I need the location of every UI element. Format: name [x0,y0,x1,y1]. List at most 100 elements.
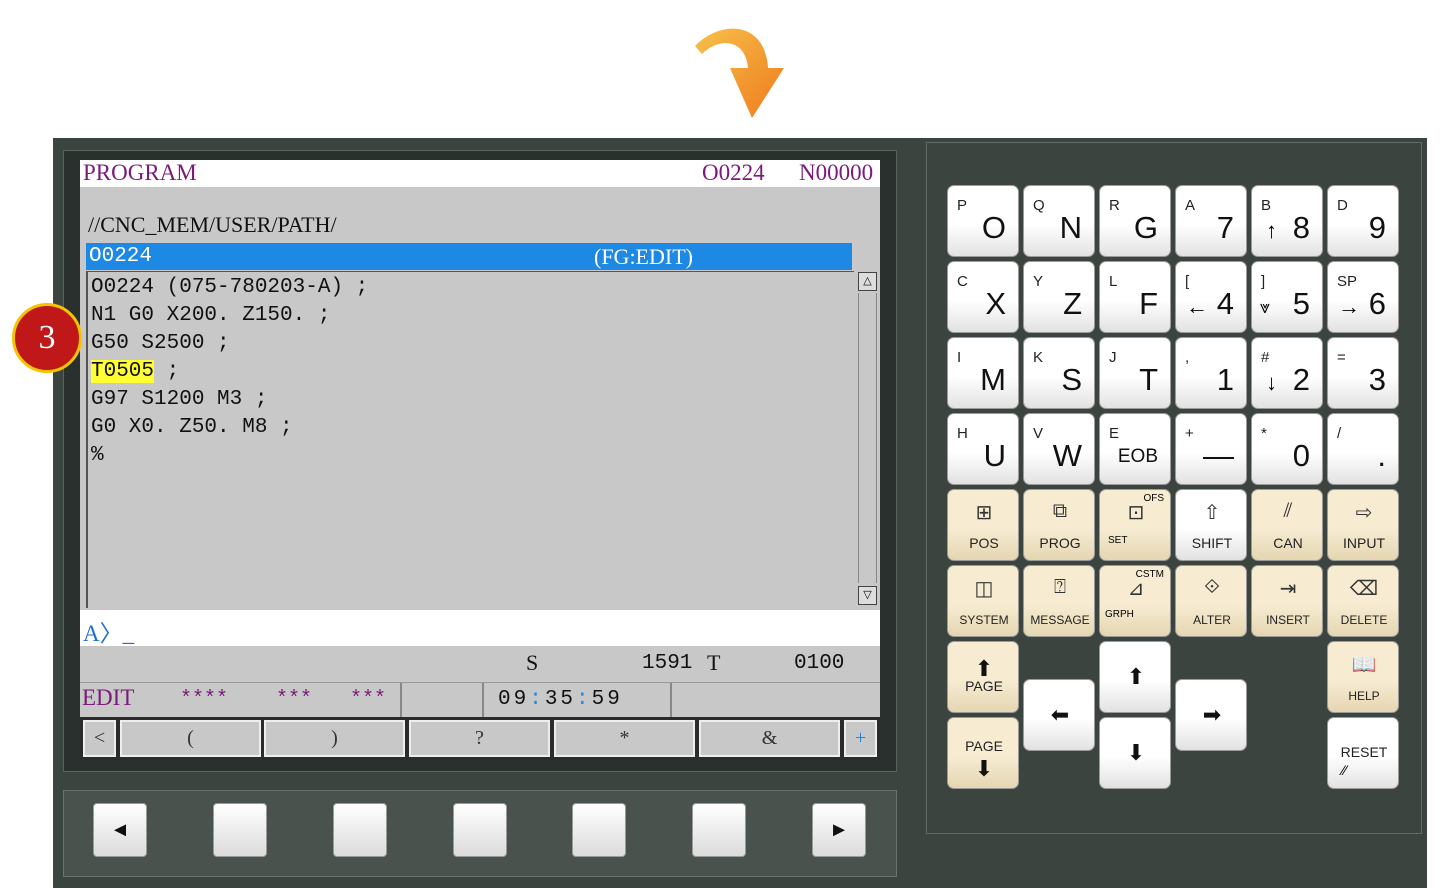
key-4[interactable]: [← 4 [1175,261,1247,333]
key-eob[interactable]: E EOB [1099,413,1171,485]
softkey-open-paren[interactable]: ( [120,720,261,757]
key-2[interactable]: # ↓ 2 [1251,337,1323,409]
reset-icon: ⁄⁄ [1342,762,1347,778]
prog-icon: ⧉ [1052,500,1068,522]
softkey-close-paren[interactable]: ) [264,720,405,757]
zigzag-icon: ⩔ [1260,297,1271,317]
soft-key-1[interactable] [213,803,267,857]
status-row: EDIT **** *** *** 09:35:59 [80,682,880,717]
status-field-1: **** [180,688,229,711]
selected-program-bar[interactable]: O0224 (FG:EDIT) [86,243,852,270]
key-input-line[interactable]: A〉_ [80,610,880,646]
cursor-right-button[interactable]: ➡ [1175,679,1247,751]
page-down-button[interactable]: PAGE ⬇ [947,717,1019,789]
arrow-down-icon: ↓ [1266,370,1277,395]
program-line[interactable]: O0224 (075-780203-A) ; [91,276,368,299]
status-divider [400,683,402,717]
key-dot[interactable]: /. [1327,413,1399,485]
program-line[interactable]: N1 G0 X200. Z150. ; [91,304,330,327]
spindle-tool-row: S 1591 T 0100 [80,647,880,681]
key-9[interactable]: D9 [1327,185,1399,257]
program-line[interactable]: % [91,444,104,467]
key-z[interactable]: YZ [1023,261,1095,333]
softkey-ampersand[interactable]: & [699,720,840,757]
softkey-question[interactable]: ? [409,720,550,757]
cancel-button[interactable]: ⫽ CAN [1251,489,1323,561]
key-1[interactable]: ,1 [1175,337,1247,409]
key-g[interactable]: RG [1099,185,1171,257]
message-icon: ⍰ [1054,576,1066,598]
step-badge: 3 [12,303,82,373]
key-7[interactable]: A7 [1175,185,1247,257]
pos-button[interactable]: ⊞ POS [947,489,1019,561]
shift-icon: ⇧ [1203,502,1221,524]
edit-mode-label: (FG:EDIT) [594,244,693,269]
soft-key-3[interactable] [453,803,507,857]
key-x[interactable]: CX [947,261,1019,333]
arrow-right-icon: ➡ [1202,702,1222,727]
program-number: O0224 [702,160,765,185]
key-minus[interactable]: + — [1175,413,1247,485]
offset-setting-button[interactable]: OFS ⊡ SET [1099,489,1171,561]
scroll-down-button[interactable]: ▽ [858,586,877,605]
soft-key-right-arrow[interactable]: ► [812,803,866,857]
key-m[interactable]: IM [947,337,1019,409]
cursor-left-button[interactable]: ⬅ [1023,679,1095,751]
program-line[interactable]: G97 S1200 M3 ; [91,388,267,411]
message-button[interactable]: ⍰ MESSAGE [1023,565,1095,637]
soft-key-2[interactable] [333,803,387,857]
key-o[interactable]: PO [947,185,1019,257]
status-divider [670,683,672,717]
cancel-icon: ⫽ [1283,500,1293,522]
cursor-highlight: T0505 [91,360,155,383]
key-t[interactable]: JT [1099,337,1171,409]
softkey-prev[interactable]: < [83,720,116,757]
alter-button[interactable]: ⟐ ALTER [1175,565,1247,637]
scroll-track[interactable] [858,293,877,583]
soft-key-4[interactable] [572,803,626,857]
page-up-button[interactable]: ⬆ PAGE [947,641,1019,713]
key-f[interactable]: LF [1099,261,1171,333]
system-button[interactable]: ◫ SYSTEM [947,565,1019,637]
input-button[interactable]: ⇨ INPUT [1327,489,1399,561]
key-w[interactable]: VW [1023,413,1095,485]
program-line[interactable]: G0 X0. Z50. M8 ; [91,416,293,439]
cursor-down-button[interactable]: ⬇ [1099,717,1171,789]
soft-key-left-arrow[interactable]: ◄ [93,803,147,857]
arrow-right-icon: → [1338,294,1360,319]
alter-icon: ⟐ [1204,576,1220,598]
program-line[interactable]: G50 S2500 ; [91,332,230,355]
sequence-number: N00000 [799,160,874,185]
key-8[interactable]: B ↑ 8 [1251,185,1323,257]
arrow-up-icon: ⬆ [1126,664,1146,689]
key-5[interactable]: ] ⩔ 5 [1251,261,1323,333]
cursor-up-button[interactable]: ⬆ [1099,641,1171,713]
insert-button[interactable]: ⇥ INSERT [1251,565,1323,637]
reset-button[interactable]: RESET ⁄⁄ [1327,717,1399,789]
soft-key-bar: ◄ ► [63,790,897,877]
key-s[interactable]: KS [1023,337,1095,409]
delete-button[interactable]: ⌫ DELETE [1327,565,1399,637]
graph-button[interactable]: CSTM ⊿ GRPH [1099,565,1171,637]
key-n[interactable]: QN [1023,185,1095,257]
soft-key-5[interactable] [692,803,746,857]
key-0[interactable]: * 0 [1251,413,1323,485]
status-divider [482,683,484,717]
editor-scrollbar[interactable]: △ ▽ [856,271,878,607]
softkey-next[interactable]: + [844,720,877,757]
program-editor[interactable]: O0224 (075-780203-A) ; N1 G0 X200. Z150.… [86,271,854,608]
arrow-down-icon: ⬇ [974,756,994,781]
shift-button[interactable]: ⇧ SHIFT [1175,489,1247,561]
key-6[interactable]: SP → 6 [1327,261,1399,333]
scroll-up-button[interactable]: △ [858,272,877,291]
key-u[interactable]: HU [947,413,1019,485]
prog-button[interactable]: ⧉ PROG [1023,489,1095,561]
softkey-asterisk[interactable]: * [554,720,695,757]
pos-icon: ⊞ [975,502,993,524]
program-line-current[interactable]: T0505 ; [91,360,179,383]
status-field-3: *** [350,688,387,711]
input-icon: ⇨ [1355,502,1373,524]
help-button[interactable]: 📖 HELP [1327,641,1399,713]
key-3[interactable]: = 3 [1327,337,1399,409]
tool-label: T [707,650,721,675]
